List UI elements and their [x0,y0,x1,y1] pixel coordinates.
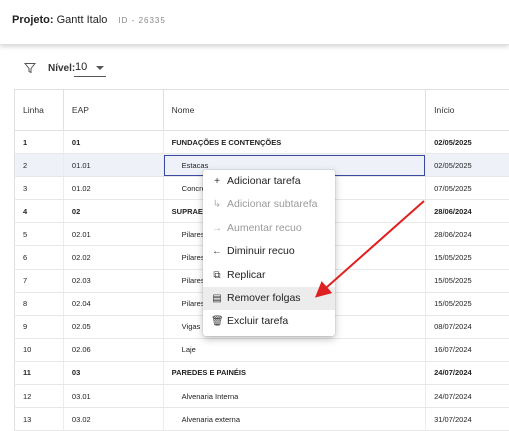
cell-linha: 9 [15,315,64,338]
project-id: ID - 26335 [118,16,165,25]
cell-nome[interactable]: Alvenaria Interna [163,385,425,408]
header-bar: Projeto: Gantt Italo ID - 26335 [0,0,509,45]
cell-inicio: 02/05/2025 [426,154,509,177]
cell-eap: 01.01 [63,154,163,177]
cell-inicio: 28/06/2024 [426,223,509,246]
menu-item-label: Diminuir recuo [227,245,295,257]
trash-icon: 🗑 [211,310,223,333]
cell-linha: 4 [15,200,64,223]
level-value: 10 [75,61,87,73]
menu-item-label: Adicionar tarefa [227,175,301,187]
cell-inicio: 15/05/2025 [426,269,509,292]
project-label: Projeto: [12,14,54,26]
arrow-left-icon: ← [211,240,223,263]
plus-icon: + [211,170,223,193]
menu-item-label: Excluir tarefa [227,315,288,327]
cell-inicio: 02/05/2025 [426,131,509,154]
table-row[interactable]: 1103PAREDES E PAINÉIS24/07/2024 [15,361,509,384]
cell-linha: 3 [15,177,64,200]
cell-eap: 02.04 [63,292,163,315]
cell-inicio: 31/07/2024 [426,408,509,431]
cell-inicio: 15/05/2025 [426,246,509,269]
cell-nome[interactable]: Laje [163,338,425,361]
cell-eap: 02.01 [63,223,163,246]
cell-inicio: 16/07/2024 [426,338,509,361]
chevron-down-icon [96,66,104,70]
cell-linha: 6 [15,246,64,269]
menu-item-label: Aumentar recuo [227,222,302,234]
cell-eap: 02.05 [63,315,163,338]
table-row[interactable]: 1303.02Alvenaria externa31/07/2024 [15,408,509,431]
cell-linha: 10 [15,338,64,361]
column-header-linha[interactable]: Linha [15,90,64,131]
cell-eap: 02 [63,200,163,223]
cell-linha: 2 [15,154,64,177]
project-name: Gantt Italo [57,14,108,26]
table-row[interactable]: 1203.01Alvenaria Interna24/07/2024 [15,385,509,408]
column-header-nome[interactable]: Nome [163,90,425,131]
cell-nome[interactable]: FUNDAÇÕES E CONTENÇÕES [163,131,425,154]
menu-item-remover-folgas[interactable]: ▤ Remover folgas [203,287,335,310]
menu-item-adicionar-tarefa[interactable]: + Adicionar tarefa [203,170,335,193]
table-row[interactable]: 1002.06Laje16/07/2024 [15,338,509,361]
cell-inicio: 08/07/2024 [426,315,509,338]
calendar-icon: ▤ [211,287,223,310]
cell-inicio: 07/05/2025 [426,177,509,200]
cell-eap: 02.03 [63,269,163,292]
toolbar: Nível: 10 [0,52,509,88]
menu-item-replicar[interactable]: ⧉ Replicar [203,264,335,287]
cell-linha: 1 [15,131,64,154]
context-menu: + Adicionar tarefa ↳ Adicionar subtarefa → Au… [203,170,335,336]
column-header-eap[interactable]: EAP [63,90,163,131]
menu-item-adicionar-subtarefa[interactable]: ↳ Adicionar subtarefa [203,193,335,216]
cell-linha: 13 [15,408,64,431]
cell-eap: 01.02 [63,177,163,200]
table-row[interactable]: 101FUNDAÇÕES E CONTENÇÕES02/05/2025 [15,131,509,154]
menu-item-label: Adicionar subtarefa [227,198,317,210]
cell-eap: 03.01 [63,385,163,408]
menu-item-label: Replicar [227,269,266,281]
menu-item-aumentar-recuo[interactable]: → Aumentar recuo [203,217,335,240]
cell-eap: 02.02 [63,246,163,269]
menu-item-label: Remover folgas [227,292,301,304]
cell-eap: 01 [63,131,163,154]
cell-inicio: 24/07/2024 [426,361,509,384]
cell-nome[interactable]: Alvenaria externa [163,408,425,431]
cell-linha: 7 [15,269,64,292]
cell-nome[interactable]: PAREDES E PAINÉIS [163,361,425,384]
cell-inicio: 28/06/2024 [426,200,509,223]
column-header-inicio[interactable]: Início [426,90,509,131]
menu-item-excluir-tarefa[interactable]: 🗑 Excluir tarefa [203,310,335,333]
table-header-row: Linha EAP Nome Início [15,90,509,131]
cell-eap: 02.06 [63,338,163,361]
filter-icon[interactable] [24,62,36,74]
cell-linha: 8 [15,292,64,315]
cell-eap: 03.02 [63,408,163,431]
cell-eap: 03 [63,361,163,384]
level-label: Nível: [48,63,75,74]
menu-item-diminuir-recuo[interactable]: ← Diminuir recuo [203,240,335,263]
cell-inicio: 24/07/2024 [426,385,509,408]
cell-linha: 5 [15,223,64,246]
level-select[interactable]: 10 [74,60,106,77]
subtask-icon: ↳ [211,193,223,216]
cell-linha: 12 [15,385,64,408]
arrow-right-icon: → [211,217,223,240]
cell-linha: 11 [15,361,64,384]
cell-inicio: 15/05/2025 [426,292,509,315]
project-title: Projeto: Gantt Italo ID - 26335 [12,14,166,26]
copy-icon: ⧉ [211,264,223,287]
